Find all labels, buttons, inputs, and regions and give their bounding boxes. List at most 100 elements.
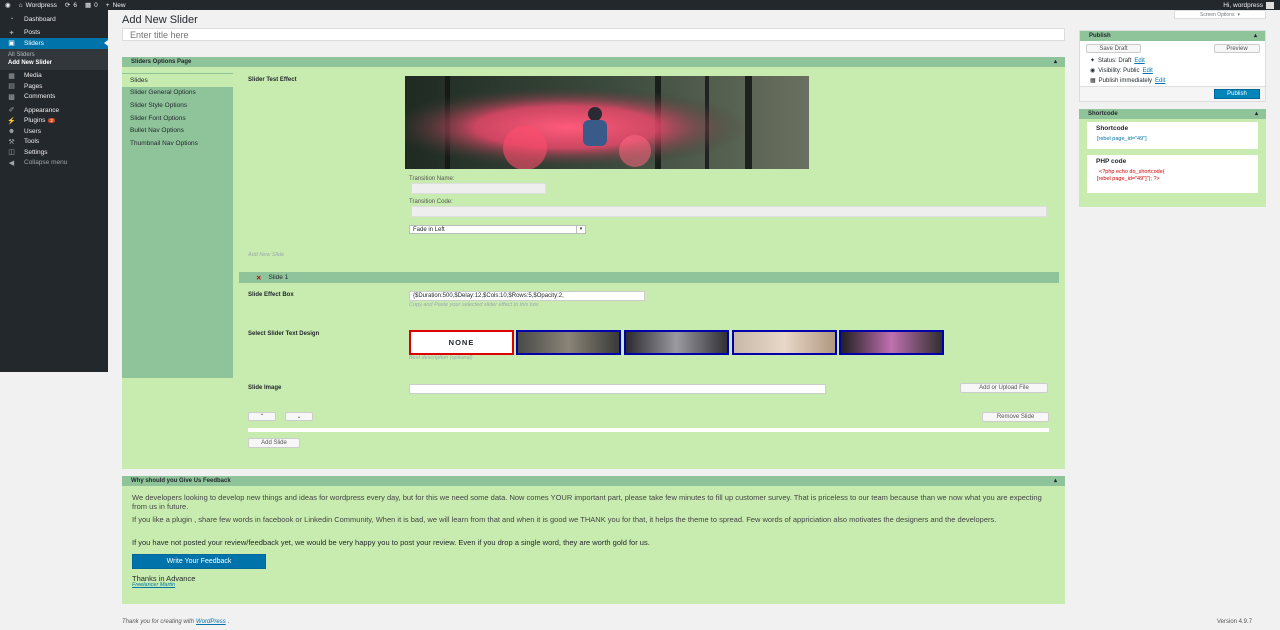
transition-select[interactable]: Fade in Left ▾ (409, 225, 586, 234)
site-name: Wordpress (25, 1, 57, 9)
menu-posts[interactable]: ✦ Posts (0, 28, 108, 39)
plus-icon: + (105, 1, 110, 9)
move-up-button[interactable]: ⌃ (248, 412, 276, 421)
php-code-line-2[interactable]: [rebel page_id="49"]"); ?> (1097, 176, 1160, 182)
settings-icon: ◫ (8, 149, 15, 157)
move-down-button[interactable]: ⌄ (285, 412, 313, 421)
users-icon: ☻ (7, 127, 16, 135)
pin-icon: ✦ (8, 29, 15, 37)
menu-tools[interactable]: ⚒ Tools (0, 137, 108, 148)
slide-effect-hint: Copy and Paste your selected slider effe… (409, 302, 539, 308)
transition-code-input[interactable] (411, 206, 1047, 217)
collapse-arrow-icon[interactable]: ▴ (1054, 58, 1057, 65)
add-new-slide-hint: Add New Slide (248, 252, 285, 258)
admin-bar: ◉ ⌂ Wordpress ⟳ 6 ▩ 0 + New Hi, wordpress (0, 0, 1280, 10)
menu-settings[interactable]: ◫ Settings (0, 147, 108, 158)
tab-slides[interactable]: Slides (122, 74, 234, 87)
options-box-header[interactable]: Sliders Options Page ▴ (122, 57, 1065, 67)
updates-link[interactable]: ⟳ 6 (65, 1, 77, 10)
add-slide-button[interactable]: Add Slide (248, 438, 300, 448)
slide-effect-label: Slide Effect Box (248, 292, 294, 298)
menu-plugins[interactable]: ⚡ Plugins 2 (0, 116, 108, 127)
tab-bullet-nav-options[interactable]: Bullet Nav Options (122, 124, 233, 137)
delete-slide-icon[interactable]: ✕ (256, 274, 261, 282)
visibility-text: Visibility: Public (1098, 67, 1140, 74)
eye-icon: ◉ (1090, 68, 1096, 74)
text-design-label: Select Slider Text Design (248, 331, 320, 337)
footer-version: Version 4.9.7 (1217, 619, 1253, 625)
text-design-option-1[interactable] (516, 330, 621, 355)
plug-icon: ⚡ (7, 117, 16, 125)
brush-icon: ✐ (8, 107, 15, 115)
text-design-option-3[interactable] (732, 330, 837, 355)
text-design-none[interactable]: NONE (409, 330, 514, 355)
sliders-submenu: All Sliders Add New Slider (0, 48, 108, 70)
feedback-paragraph-3: If you have not posted your review/feedb… (132, 538, 650, 547)
slide-1-header[interactable]: ✕ Slide 1 (239, 272, 1059, 283)
tab-style-options[interactable]: Slider Style Options (122, 99, 233, 112)
menu-pages[interactable]: ▤ Pages (0, 81, 108, 92)
edit-status-link[interactable]: Edit (1134, 58, 1144, 64)
menu-collapse[interactable]: ◀ Collapse menu (0, 158, 108, 169)
tab-font-options[interactable]: Slider Font Options (122, 112, 233, 125)
updates-count: 6 (73, 1, 77, 9)
author-link[interactable]: Freelancer Martin (132, 582, 175, 588)
options-tabs: Slides Slider General Options Slider Sty… (122, 73, 234, 378)
new-label: New (112, 1, 126, 9)
site-name-link[interactable]: ⌂ Wordpress (19, 2, 57, 9)
publish-box: Publish ▴ Save Draft Preview ✦ Status: Dra… (1079, 30, 1266, 102)
collapse-arrow-icon[interactable]: ▴ (1254, 32, 1257, 39)
slider-preview-image (405, 76, 809, 169)
wordpress-link[interactable]: WordPress (196, 619, 226, 625)
menu-media[interactable]: ▦ Media (0, 71, 108, 82)
transition-name-label: Transition Name: (409, 176, 455, 182)
howdy-text: Hi, wordpress (1223, 1, 1263, 9)
screen-options-button[interactable]: Screen Options ▾ (1174, 10, 1266, 19)
edit-visibility-link[interactable]: Edit (1143, 68, 1153, 74)
slide-separator (248, 428, 1049, 432)
collapse-arrow-icon[interactable]: ▴ (1054, 477, 1057, 484)
remove-slide-button[interactable]: Remove Slide (982, 412, 1049, 422)
tab-general-options[interactable]: Slider General Options (122, 87, 233, 100)
menu-sliders[interactable]: ▣ Sliders (0, 38, 108, 49)
page-icon: ▤ (8, 83, 15, 91)
status-text: Status: Draft (1098, 57, 1132, 64)
menu-appearance[interactable]: ✐ Appearance (0, 105, 108, 116)
menu-comments[interactable]: ▩ Comments (0, 92, 108, 103)
shortcode-value[interactable]: [rebel page_id="49"] (1097, 136, 1147, 142)
tab-thumbnail-nav-options[interactable]: Thumbnail Nav Options (122, 137, 233, 150)
feedback-box-header[interactable]: Why should you Give Us Feedback ▴ (122, 476, 1065, 486)
comments-link[interactable]: ▩ 0 (85, 1, 98, 10)
transition-name-input[interactable] (411, 183, 546, 194)
text-design-option-2[interactable] (624, 330, 729, 355)
edit-schedule-link[interactable]: Edit (1155, 78, 1165, 84)
wp-logo-icon[interactable]: ◉ (5, 1, 11, 9)
slider-test-effect-label: Slider Test Effect (248, 77, 297, 83)
submenu-all-sliders[interactable]: All Sliders (0, 51, 108, 60)
publish-box-header[interactable]: Publish ▴ (1080, 31, 1265, 41)
new-content-link[interactable]: + New (106, 2, 126, 9)
slide-image-input[interactable] (409, 384, 826, 394)
save-draft-button[interactable]: Save Draft (1086, 44, 1141, 53)
feedback-box: Why should you Give Us Feedback ▴ We deve… (122, 476, 1065, 604)
upload-file-button[interactable]: Add or Upload File (960, 383, 1048, 393)
menu-dashboard[interactable]: ◔ Dashboard (0, 14, 108, 25)
account-menu[interactable]: Hi, wordpress (1223, 0, 1274, 10)
chevron-up-icon: ⌃ (259, 414, 265, 420)
preview-button[interactable]: Preview (1214, 44, 1260, 53)
select-arrow-icon: ▾ (576, 226, 585, 233)
menu-users[interactable]: ☻ Users (0, 126, 108, 137)
comment-icon: ▩ (8, 93, 15, 101)
chevron-down-icon: ⌄ (296, 414, 302, 420)
text-design-hint: Best description (optional) (409, 355, 473, 361)
slider-title-input[interactable] (122, 28, 1065, 41)
shortcode-box-header[interactable]: Shortcode ▴ (1079, 109, 1266, 119)
write-feedback-button[interactable]: Write Your Feedback (132, 554, 266, 569)
publish-button[interactable]: Publish (1214, 89, 1260, 99)
php-code-line-1[interactable]: <?php echo do_shortcode( (1099, 169, 1165, 175)
text-design-option-4[interactable] (839, 330, 944, 355)
dashboard-icon: ◔ (9, 15, 14, 23)
submenu-add-new-slider[interactable]: Add New Slider (0, 59, 108, 68)
slide-effect-input[interactable]: {$Duration:500,$Delay:12,$Cols:10,$Rows:… (409, 291, 645, 301)
collapse-arrow-icon[interactable]: ▴ (1255, 110, 1258, 117)
